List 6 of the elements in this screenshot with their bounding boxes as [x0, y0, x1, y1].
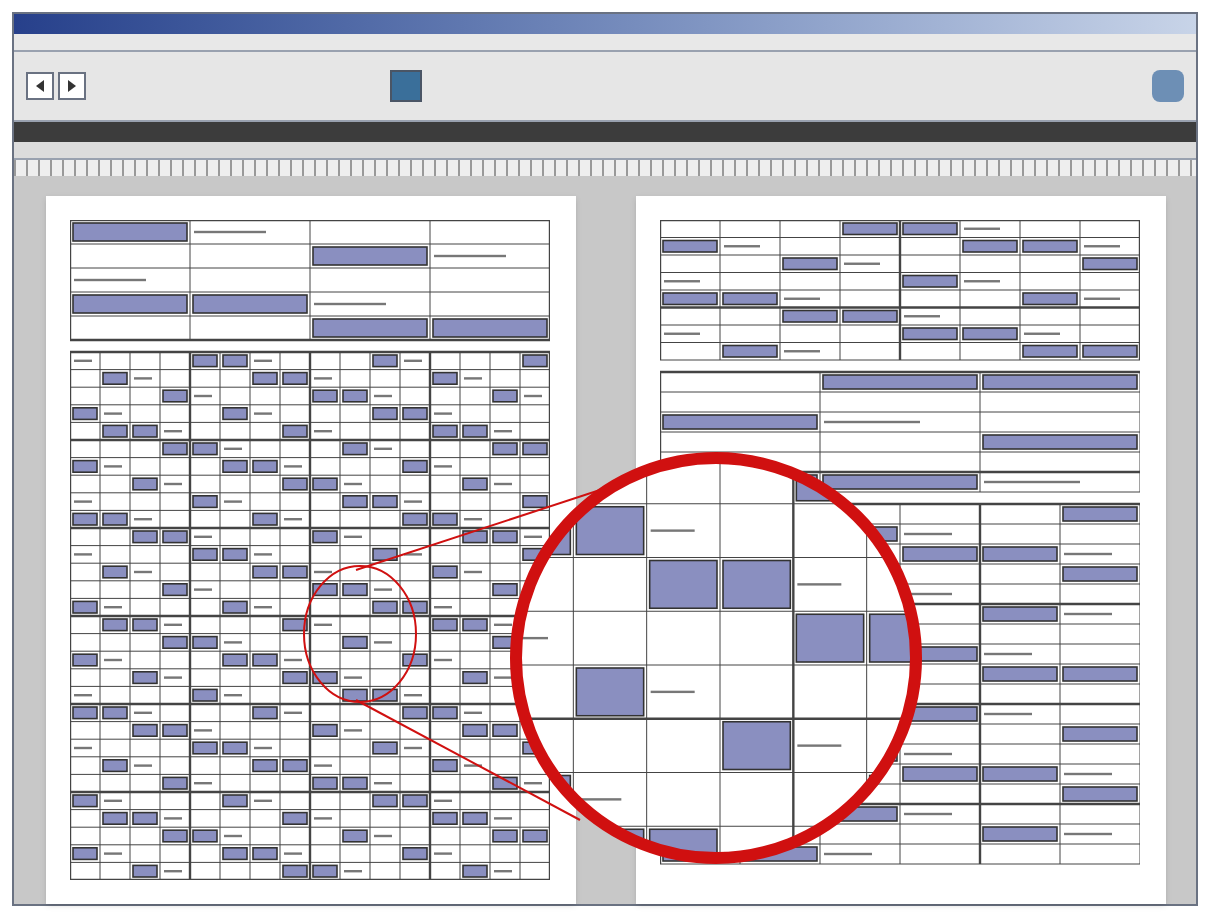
grid-button[interactable]: [390, 70, 422, 103]
right-triangle-icon: [66, 80, 78, 93]
left-triangle-icon: [34, 80, 46, 93]
save-button[interactable]: [1152, 70, 1184, 103]
back-button[interactable]: [26, 72, 54, 101]
forward-button[interactable]: [58, 72, 86, 101]
